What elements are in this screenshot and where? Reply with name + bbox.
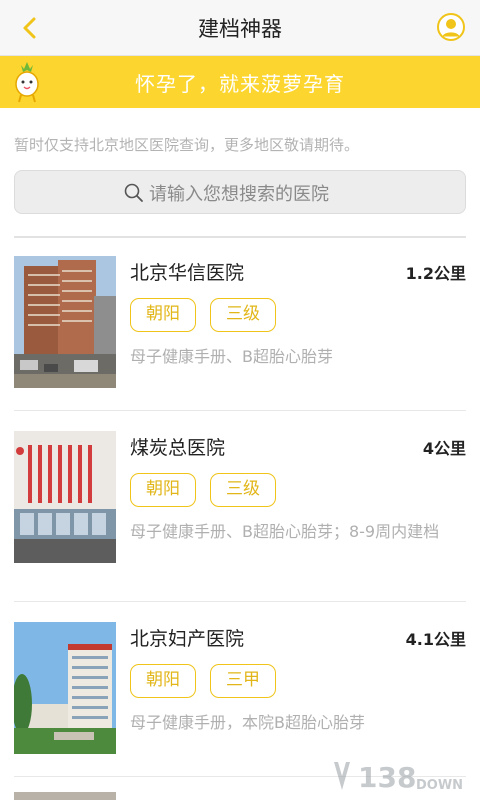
page-title: 建档神器 (198, 17, 282, 41)
level-tag: 三级 (210, 298, 276, 332)
area-tag: 朝阳 (130, 664, 196, 698)
banner-slogan: 怀孕了，就来菠萝孕育 (135, 72, 345, 96)
hospital-photo (14, 431, 116, 563)
watermark-number: 138 (358, 761, 416, 794)
user-profile-button[interactable] (436, 12, 466, 42)
level-tag: 三级 (210, 473, 276, 507)
hospital-name: 北京华信医院 (130, 262, 245, 284)
hospital-photo (14, 256, 116, 388)
list-divider (14, 410, 466, 411)
level-tag: 三甲 (210, 664, 276, 698)
hospital-services: 母子健康手册、B超胎心胎芽；8-9周内建档 (130, 522, 440, 541)
area-tag: 朝阳 (130, 473, 196, 507)
hospital-list-item[interactable]: 北京妇产医院 4.1公里 朝阳 三甲 母子健康手册，本院B超胎心胎芽 (14, 622, 466, 758)
hospital-distance: 4公里 (422, 439, 466, 458)
top-navigation-bar: 建档神器 (0, 0, 480, 56)
search-icon (124, 183, 143, 202)
hospital-name: 煤炭总医院 (130, 437, 226, 459)
list-divider (14, 236, 466, 238)
hospital-distance: 4.1公里 (405, 630, 466, 649)
hospital-photo (14, 792, 116, 800)
region-notice: 暂时仅支持北京地区医院查询，更多地区敬请期待。 (14, 136, 360, 154)
area-tag: 朝阳 (130, 298, 196, 332)
search-placeholder: 请输入您想搜索的医院 (149, 184, 329, 205)
hospital-services: 母子健康手册、B超胎心胎芽 (130, 347, 333, 366)
hospital-distance: 1.2公里 (405, 264, 466, 283)
hospital-name: 北京妇产医院 (130, 628, 245, 650)
promo-banner[interactable]: 怀孕了，就来菠萝孕育 (0, 56, 480, 108)
watermark-word: DOWN (416, 778, 463, 793)
hospital-services: 母子健康手册，本院B超胎心胎芽 (130, 713, 365, 732)
watermark-logo: 138 DOWN (330, 756, 470, 796)
hospital-search-input[interactable]: 请输入您想搜索的医院 (14, 170, 466, 214)
hospital-list-item[interactable]: 北京华信医院 1.2公里 朝阳 三级 母子健康手册、B超胎心胎芽 (14, 256, 466, 392)
hospital-list-item[interactable]: 煤炭总医院 4公里 朝阳 三级 母子健康手册、B超胎心胎芽；8-9周内建档 (14, 431, 466, 591)
list-divider (14, 601, 466, 602)
user-avatar-icon (437, 13, 465, 41)
hospital-photo (14, 622, 116, 754)
